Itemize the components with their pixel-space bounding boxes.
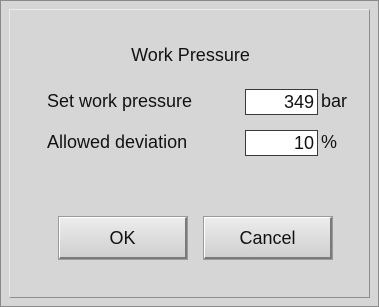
- cancel-button[interactable]: Cancel: [203, 216, 333, 260]
- ok-button[interactable]: OK: [58, 216, 188, 260]
- deviation-unit-label: %: [321, 132, 338, 152]
- work-pressure-input[interactable]: [245, 89, 318, 115]
- allowed-deviation-input[interactable]: [245, 130, 318, 156]
- dialog-title: Work Pressure: [131, 45, 250, 65]
- set-work-pressure-label: Set work pressure: [47, 91, 193, 111]
- pressure-unit-label: bar: [321, 91, 348, 111]
- allowed-deviation-label: Allowed deviation: [47, 132, 188, 152]
- work-pressure-dialog: Work Pressure Set work pressure bar Allo…: [0, 0, 379, 307]
